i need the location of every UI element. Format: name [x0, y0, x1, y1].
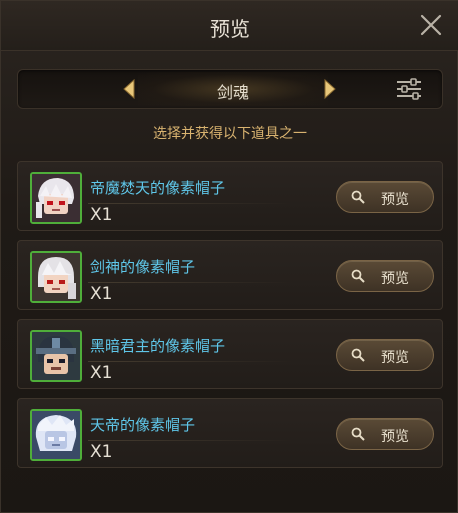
white-hair-swordsman-portrait-icon [30, 251, 82, 303]
dialog-title: 预览 [210, 17, 250, 41]
item-name: 天帝的像素帽子 [90, 416, 196, 434]
item-quantity: X1 [90, 442, 113, 462]
dark-lord-helmet-portrait-icon [30, 330, 82, 382]
list-item: 帝魔焚天的像素帽子 X1 预览 [17, 161, 443, 231]
filter-sliders-icon[interactable] [394, 75, 424, 103]
preview-button-label: 预览 [381, 192, 409, 208]
chevron-right-icon[interactable] [322, 78, 338, 100]
list-item: 天帝的像素帽子 X1 预览 [17, 398, 443, 468]
preview-button[interactable]: 预览 [336, 260, 434, 292]
divider [88, 203, 293, 204]
search-icon [351, 348, 365, 362]
category-label: 剑魂 [216, 83, 249, 102]
search-icon [351, 269, 365, 283]
item-name: 剑神的像素帽子 [90, 258, 196, 276]
white-hair-red-eyes-portrait-icon [30, 172, 82, 224]
item-quantity: X1 [90, 284, 113, 304]
divider [88, 361, 293, 362]
item-name: 帝魔焚天的像素帽子 [90, 179, 226, 197]
item-quantity: X1 [90, 363, 113, 383]
item-quantity: X1 [90, 205, 113, 225]
preview-button-label: 预览 [381, 429, 409, 445]
list-item: 剑神的像素帽子 X1 预览 [17, 240, 443, 310]
search-icon [351, 190, 365, 204]
instruction-text: 选择并获得以下道具之一 [153, 126, 307, 142]
search-icon [351, 427, 365, 441]
close-icon[interactable] [419, 13, 443, 37]
divider [88, 282, 293, 283]
item-name: 黑暗君主的像素帽子 [90, 337, 226, 355]
preview-button[interactable]: 预览 [336, 418, 434, 450]
divider [88, 440, 293, 441]
title-bar: 预览 [1, 1, 458, 51]
chevron-left-icon[interactable] [121, 78, 137, 100]
celestial-emperor-portrait-icon [30, 409, 82, 461]
category-selector: 剑魂 [17, 69, 443, 109]
list-item: 黑暗君主的像素帽子 X1 预览 [17, 319, 443, 389]
preview-button[interactable]: 预览 [336, 339, 434, 371]
preview-button[interactable]: 预览 [336, 181, 434, 213]
preview-button-label: 预览 [381, 350, 409, 366]
preview-dialog: 预览 剑魂 选择并获得以下道具之一 帝魔焚天的像素帽子 X1 预览 剑神的像素帽… [0, 0, 458, 513]
preview-button-label: 预览 [381, 271, 409, 287]
